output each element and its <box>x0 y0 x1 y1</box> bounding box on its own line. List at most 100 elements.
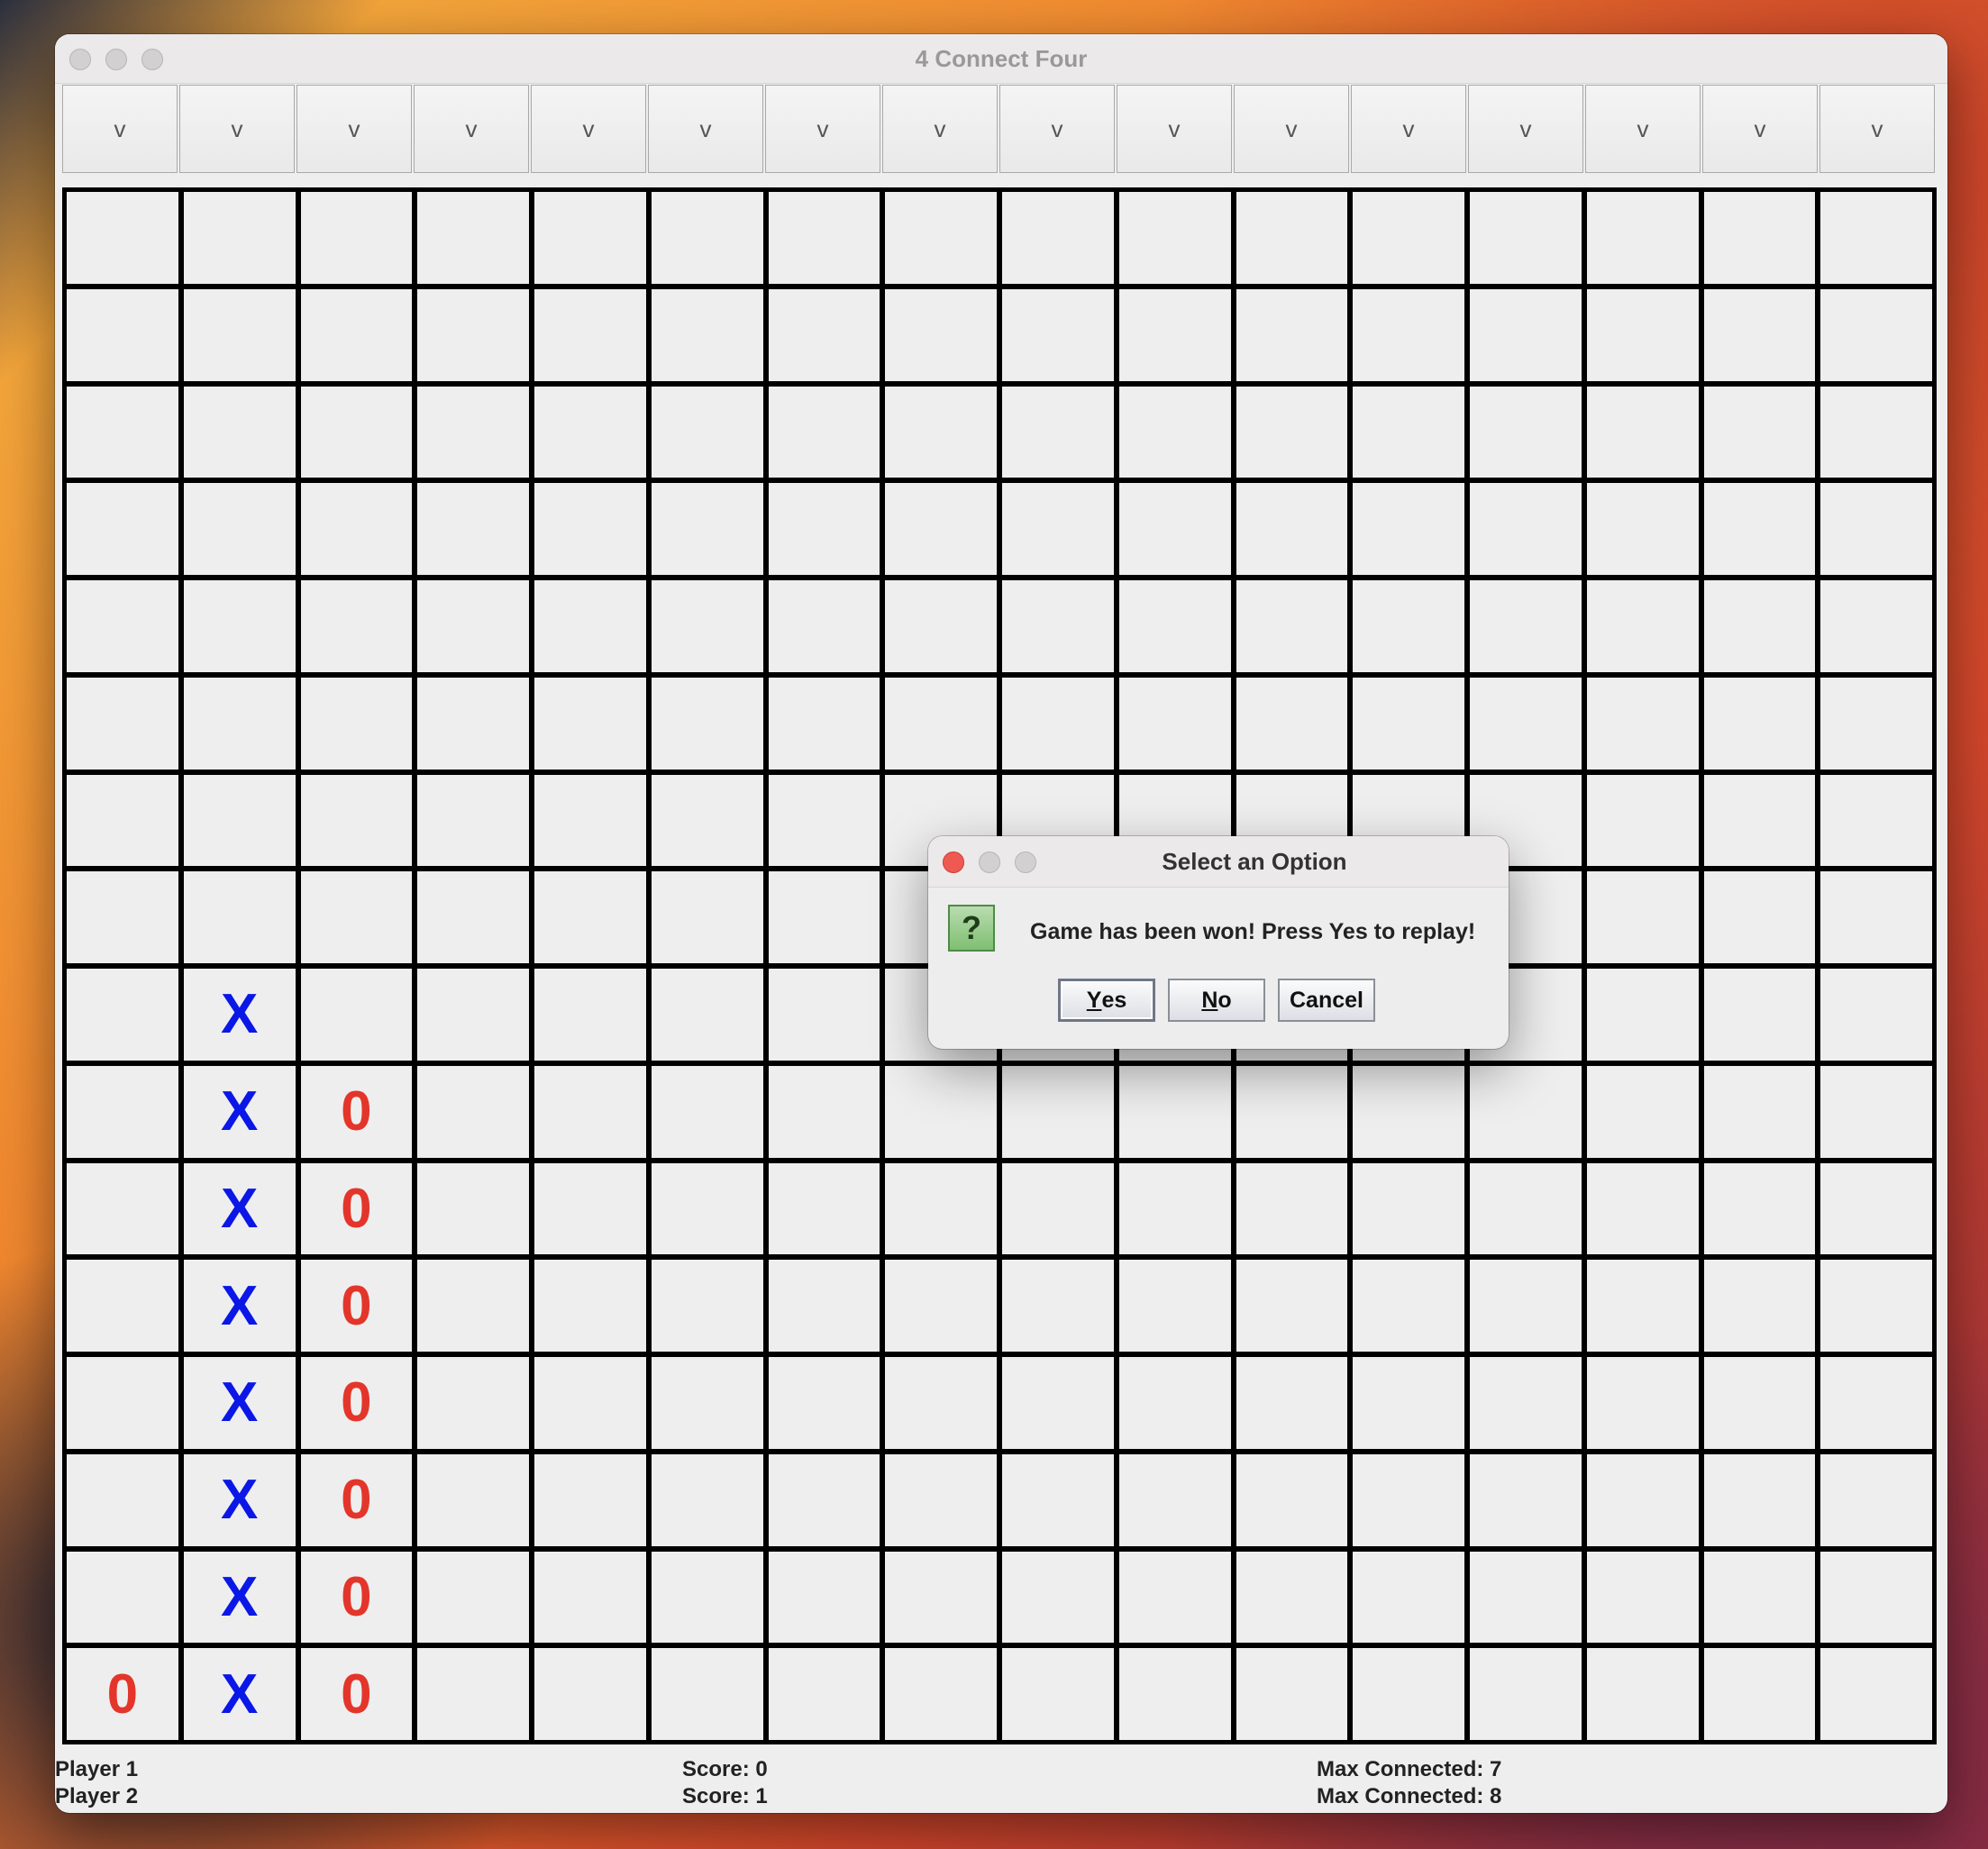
board-cell <box>534 580 646 672</box>
drop-button-col-13[interactable]: v <box>1468 85 1583 173</box>
board-cell <box>1118 192 1231 284</box>
board-cell <box>1470 192 1582 284</box>
board-cell <box>1353 288 1464 381</box>
board-cell <box>885 580 997 672</box>
drop-button-col-11[interactable]: v <box>1234 85 1349 173</box>
board-cell <box>1586 580 1699 672</box>
board-cell <box>1470 483 1582 575</box>
board-cell: X <box>183 1648 296 1740</box>
player-1-label: Player 1 <box>55 1757 139 1781</box>
board-cell <box>67 774 178 867</box>
board-cell <box>300 288 413 381</box>
yes-button[interactable]: Yes <box>1058 979 1155 1022</box>
board-cell <box>417 580 529 672</box>
dialog-minimize-button[interactable] <box>979 852 1000 873</box>
yes-button-label: es <box>1101 987 1127 1013</box>
no-button-mnemonic: N <box>1201 987 1218 1013</box>
board-cell <box>534 774 646 867</box>
board-cell <box>1586 1453 1699 1546</box>
board-cell: X <box>183 969 296 1061</box>
board-cell <box>651 580 763 672</box>
board-cell <box>1236 580 1348 672</box>
board-cell <box>1703 969 1816 1061</box>
drop-button-col-5[interactable]: v <box>531 85 646 173</box>
board-cell <box>1586 871 1699 963</box>
drop-button-col-14[interactable]: v <box>1585 85 1701 173</box>
board-cell <box>1236 288 1348 381</box>
drop-button-row: vvvvvvvvvvvvvvvv <box>62 85 1935 173</box>
dialog-titlebar[interactable]: Select an Option <box>928 836 1509 888</box>
board-cell <box>417 1357 529 1449</box>
board-cell <box>885 1357 997 1449</box>
status-bar: Player 1 Player 2 Score: 0 Score: 1 Max … <box>55 1757 1947 1811</box>
drop-button-col-2[interactable]: v <box>179 85 295 173</box>
board-cell <box>1703 871 1816 963</box>
board-cell <box>651 871 763 963</box>
board-cell <box>651 1357 763 1449</box>
board-cell <box>1820 1648 1932 1740</box>
cancel-button[interactable]: Cancel <box>1278 979 1375 1022</box>
drop-button-col-16[interactable]: v <box>1819 85 1935 173</box>
board-cell <box>534 969 646 1061</box>
board-cell <box>1002 1357 1114 1449</box>
drop-button-col-8[interactable]: v <box>882 85 998 173</box>
board-cell <box>300 871 413 963</box>
board-cell <box>534 1453 646 1546</box>
drop-button-col-3[interactable]: v <box>296 85 412 173</box>
board-cell <box>1118 677 1231 770</box>
board-cell <box>1353 1065 1464 1158</box>
board-cell <box>1118 386 1231 478</box>
drop-button-col-9[interactable]: v <box>999 85 1115 173</box>
board-cell <box>1118 1260 1231 1352</box>
board-cell <box>1236 1260 1348 1352</box>
board-cell <box>1703 1453 1816 1546</box>
board-cell <box>67 1453 178 1546</box>
board-cell <box>768 1260 880 1352</box>
drop-button-col-7[interactable]: v <box>765 85 880 173</box>
board-cell <box>67 871 178 963</box>
board-cell <box>1703 483 1816 575</box>
player-2-score: Score: 1 <box>682 1784 768 1808</box>
board-cell <box>1586 192 1699 284</box>
board-cell <box>1703 1065 1816 1158</box>
board-cell <box>1002 192 1114 284</box>
board-cell: 0 <box>300 1648 413 1740</box>
drop-button-col-10[interactable]: v <box>1117 85 1232 173</box>
board-cell <box>1353 386 1464 478</box>
board-cell <box>67 1260 178 1352</box>
board-cell <box>1820 1260 1932 1352</box>
board-cell: X <box>183 1357 296 1449</box>
no-button[interactable]: No <box>1168 979 1265 1022</box>
board-cell <box>1236 1357 1348 1449</box>
board-cell <box>1703 1260 1816 1352</box>
board-cell <box>1353 1453 1464 1546</box>
board-cell <box>1820 580 1932 672</box>
board-cell: X <box>183 1065 296 1158</box>
board-cell <box>885 1065 997 1158</box>
drop-button-col-1[interactable]: v <box>62 85 178 173</box>
board-cell: 0 <box>300 1260 413 1352</box>
drop-button-col-12[interactable]: v <box>1351 85 1466 173</box>
board-cell <box>1236 677 1348 770</box>
board-cell <box>651 1648 763 1740</box>
dialog-close-button[interactable] <box>943 852 964 873</box>
board-cell <box>1002 288 1114 381</box>
board-cell <box>1353 1648 1464 1740</box>
dialog-title: Select an Option <box>1162 848 1347 875</box>
board-cell <box>1353 580 1464 672</box>
board-cell <box>1820 1453 1932 1546</box>
board-cell <box>534 677 646 770</box>
drop-button-col-4[interactable]: v <box>414 85 529 173</box>
board-cell: X <box>183 1162 296 1255</box>
board-cell <box>885 483 997 575</box>
board-cell <box>1470 1648 1582 1740</box>
drop-button-col-15[interactable]: v <box>1702 85 1818 173</box>
board-cell <box>1470 677 1582 770</box>
board-cell <box>1586 1162 1699 1255</box>
board-cell <box>1002 580 1114 672</box>
board-cell <box>183 192 296 284</box>
board-cell <box>885 1551 997 1644</box>
board-cell <box>300 386 413 478</box>
window-titlebar[interactable]: 4 Connect Four <box>55 34 1947 84</box>
drop-button-col-6[interactable]: v <box>648 85 763 173</box>
